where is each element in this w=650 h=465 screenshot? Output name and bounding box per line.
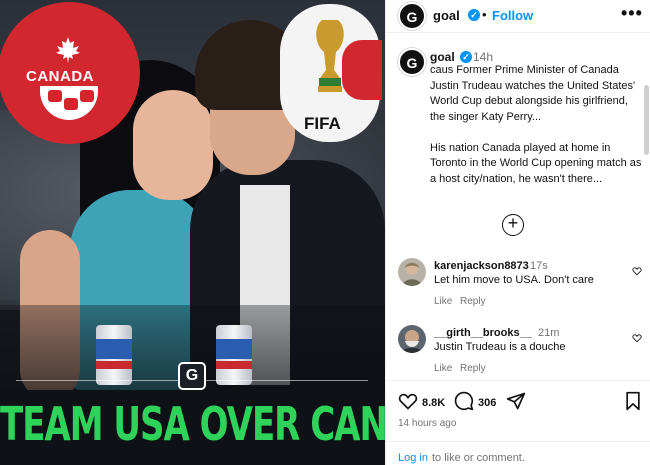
login-link[interactable]: Log in <box>398 452 428 464</box>
post-actions: 8.8K 306 <box>386 380 650 422</box>
caption-avatar[interactable]: G <box>398 48 426 76</box>
heart-icon[interactable] <box>398 391 418 411</box>
post-sidebar: G goal ✓ • Follow ••• G goal ✓ 14h caus … <box>385 0 650 465</box>
comment-reply-button[interactable]: Reply <box>460 296 486 307</box>
fifa-world-cup-badge: FIFA <box>280 0 385 145</box>
more-icon[interactable]: ••• <box>621 3 643 24</box>
canada-badge-text: CANADA <box>26 68 94 85</box>
caption-time[interactable]: 14h <box>473 50 493 64</box>
comment-username[interactable]: karenjackson8873 <box>434 260 529 272</box>
fifa-text: FIFA <box>304 114 341 133</box>
comment-text: Let him move to USA. Don't care <box>434 274 594 286</box>
author-avatar[interactable]: G <box>398 2 426 30</box>
comment-icon[interactable] <box>454 391 474 411</box>
share-icon[interactable] <box>506 391 526 411</box>
headline-text: TEAM USA OVER CANADA <box>0 398 385 452</box>
author-username[interactable]: goal <box>433 8 460 23</box>
beer-can-right <box>216 325 252 385</box>
comments-scrollbar[interactable] <box>644 85 649 155</box>
caption-text: caus Former Prime Minister of Canada Jus… <box>430 64 642 185</box>
like-count[interactable]: 8.8K <box>422 397 445 409</box>
comment-reply-button[interactable]: Reply <box>460 363 486 374</box>
comment-time: 17s <box>530 260 548 272</box>
commenter-avatar[interactable] <box>398 258 426 286</box>
bookmark-icon[interactable] <box>624 391 642 411</box>
verified-icon: ✓ <box>460 51 472 63</box>
heart-icon[interactable] <box>632 333 642 343</box>
canada-badge: CANADA <box>0 2 140 144</box>
post-header: G goal ✓ • Follow ••• <box>386 0 650 33</box>
plus-circle-icon[interactable]: + <box>502 214 524 236</box>
post-image[interactable]: G CANADA FIFA TEAM USA OVER CANADA <box>0 0 385 465</box>
login-prompt: Log in to like or comment. <box>386 441 650 465</box>
post-time-ago[interactable]: 14 hours ago <box>398 418 456 429</box>
caption-username[interactable]: goal <box>430 50 455 64</box>
comment-count[interactable]: 306 <box>478 397 496 409</box>
beer-can-left <box>96 325 132 385</box>
follow-button[interactable]: Follow <box>492 8 533 23</box>
goal-watermark-icon: G <box>178 362 206 390</box>
soccer-ball-icon <box>40 86 98 120</box>
separator-dot: • <box>482 7 487 22</box>
maple-leaf-icon <box>54 36 82 64</box>
verified-icon: ✓ <box>468 9 480 21</box>
comment-text: Justin Trudeau is a douche <box>434 341 566 353</box>
comment-item: __girth__brooks__ 21m Justin Trudeau is … <box>386 325 650 381</box>
trophy-icon <box>316 20 344 92</box>
comment-username[interactable]: __girth__brooks__ <box>434 327 532 339</box>
woman-face <box>133 90 213 200</box>
comment-like-button[interactable]: Like <box>434 363 452 374</box>
heart-icon[interactable] <box>632 266 642 276</box>
comment-like-button[interactable]: Like <box>434 296 452 307</box>
commenter-avatar[interactable] <box>398 325 426 353</box>
comment-time: 21m <box>538 327 560 339</box>
login-prompt-text: to like or comment. <box>432 452 525 464</box>
comment-item: karenjackson8873 17s Let him move to USA… <box>386 258 650 314</box>
